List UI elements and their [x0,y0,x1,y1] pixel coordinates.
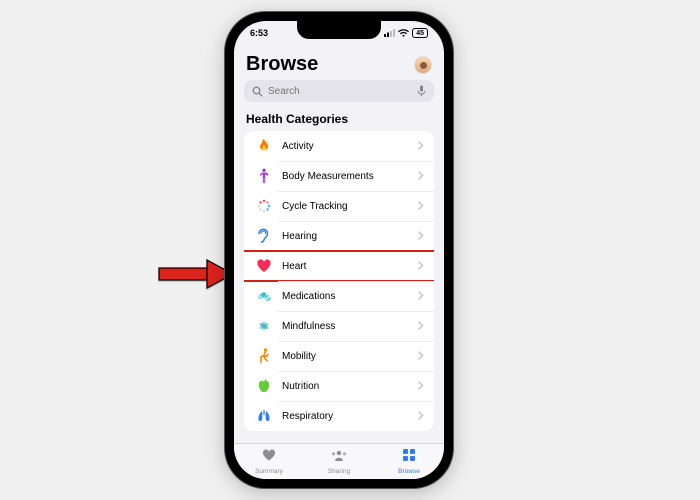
profile-avatar[interactable] [414,56,432,74]
category-cycle-tracking[interactable]: Cycle Tracking [244,191,434,221]
category-mindfulness[interactable]: Mindfulness [244,311,434,341]
category-mobility[interactable]: Mobility [244,341,434,371]
category-label: Respiratory [282,411,418,422]
search-bar[interactable] [244,80,434,102]
lungs-icon [254,406,274,426]
heart-tab-icon [261,448,277,467]
apple-icon [254,376,274,396]
chevron-right-icon [418,197,424,215]
screen: 6:53 45 Browse [234,21,444,479]
ear-icon [254,226,274,246]
chevron-right-icon [418,407,424,425]
section-title: Health Categories [244,110,434,131]
category-respiratory[interactable]: Respiratory [244,401,434,431]
chevron-right-icon [418,347,424,365]
chevron-right-icon [418,377,424,395]
people-tab-icon [330,449,348,467]
category-label: Medications [282,291,418,302]
category-medications[interactable]: Medications [244,281,434,311]
chevron-right-icon [418,167,424,185]
pills-icon [254,286,274,306]
flame-icon [254,136,274,156]
category-body-measurements[interactable]: Body Measurements [244,161,434,191]
category-label: Hearing [282,231,418,242]
category-activity[interactable]: Activity [244,131,434,161]
chevron-right-icon [418,317,424,335]
category-list: Activity Body Measurements Cycle Trackin… [244,131,434,431]
cellular-signal-icon [384,29,395,37]
grid-tab-icon [402,448,416,467]
chevron-right-icon [418,227,424,245]
battery-icon: 45 [412,28,428,38]
search-icon [252,86,263,97]
category-heart[interactable]: Heart [244,251,434,281]
body-icon [254,166,274,186]
tab-browse[interactable]: Browse [374,444,444,479]
category-label: Activity [282,141,418,152]
wifi-icon [398,29,409,37]
tab-label: Browse [398,468,420,475]
chevron-right-icon [418,287,424,305]
category-label: Mobility [282,351,418,362]
cycle-icon [254,196,274,216]
page-title: Browse [246,53,318,76]
mobility-icon [254,346,274,366]
category-nutrition[interactable]: Nutrition [244,371,434,401]
chevron-right-icon [418,137,424,155]
category-label: Body Measurements [282,171,418,182]
annotation-arrow [155,256,235,297]
category-hearing[interactable]: Hearing [244,221,434,251]
mindfulness-icon [254,316,274,336]
status-time: 6:53 [250,28,268,38]
content-area: Browse Health Categories Activit [234,47,444,443]
notch [297,21,381,39]
category-label: Mindfulness [282,321,418,332]
category-label: Nutrition [282,381,418,392]
tab-label: Summary [255,468,283,475]
microphone-icon[interactable] [417,85,426,97]
tab-label: Sharing [328,468,350,475]
tab-sharing[interactable]: Sharing [304,444,374,479]
phone-frame: 6:53 45 Browse [225,12,453,488]
header: Browse [244,47,434,80]
status-icons: 45 [384,28,428,38]
tab-bar: Summary Sharing Browse [234,443,444,479]
tab-summary[interactable]: Summary [234,444,304,479]
search-input[interactable] [268,86,412,97]
category-label: Cycle Tracking [282,201,418,212]
highlight-box [244,250,434,282]
